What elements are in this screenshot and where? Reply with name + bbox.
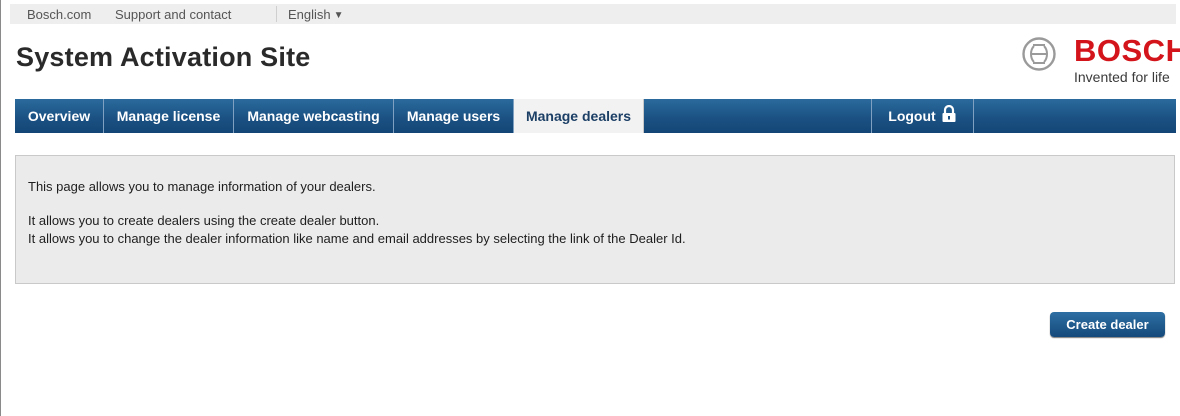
bosch-logo-text: BOSCH bbox=[1074, 33, 1180, 68]
tab-manage-users[interactable]: Manage users bbox=[394, 99, 514, 133]
lock-icon bbox=[941, 101, 957, 135]
tab-manage-webcasting[interactable]: Manage webcasting bbox=[234, 99, 394, 133]
info-text-1: This page allows you to manage informati… bbox=[28, 179, 376, 194]
logout-button[interactable]: Logout bbox=[872, 99, 974, 133]
language-label: English bbox=[288, 7, 331, 22]
bosch-armature-icon bbox=[1022, 37, 1056, 76]
nav-spacer bbox=[644, 99, 872, 133]
language-selector[interactable]: English ▼ bbox=[288, 7, 344, 22]
tab-manage-license[interactable]: Manage license bbox=[104, 99, 234, 133]
create-dealer-button[interactable]: Create dealer bbox=[1050, 312, 1165, 337]
chevron-down-icon: ▼ bbox=[333, 10, 344, 21]
page-title: System Activation Site bbox=[16, 42, 311, 72]
utility-bar: Bosch.com Support and contact English ▼ bbox=[10, 4, 1176, 24]
main-navigation: Overview Manage license Manage webcastin… bbox=[15, 99, 1176, 133]
tab-overview[interactable]: Overview bbox=[15, 99, 104, 133]
logout-label: Logout bbox=[888, 108, 936, 124]
link-support-contact[interactable]: Support and contact bbox=[115, 7, 231, 22]
info-text-2: It allows you to create dealers using th… bbox=[28, 213, 380, 228]
tab-manage-dealers[interactable]: Manage dealers bbox=[514, 99, 644, 133]
info-panel: This page allows you to manage informati… bbox=[15, 155, 1175, 284]
info-text-3: It allows you to change the dealer infor… bbox=[28, 231, 686, 246]
topbar-divider bbox=[276, 6, 277, 22]
link-bosch-com[interactable]: Bosch.com bbox=[27, 7, 91, 22]
window-edge bbox=[0, 0, 1, 416]
brand-tagline: Invented for life bbox=[1074, 69, 1170, 85]
